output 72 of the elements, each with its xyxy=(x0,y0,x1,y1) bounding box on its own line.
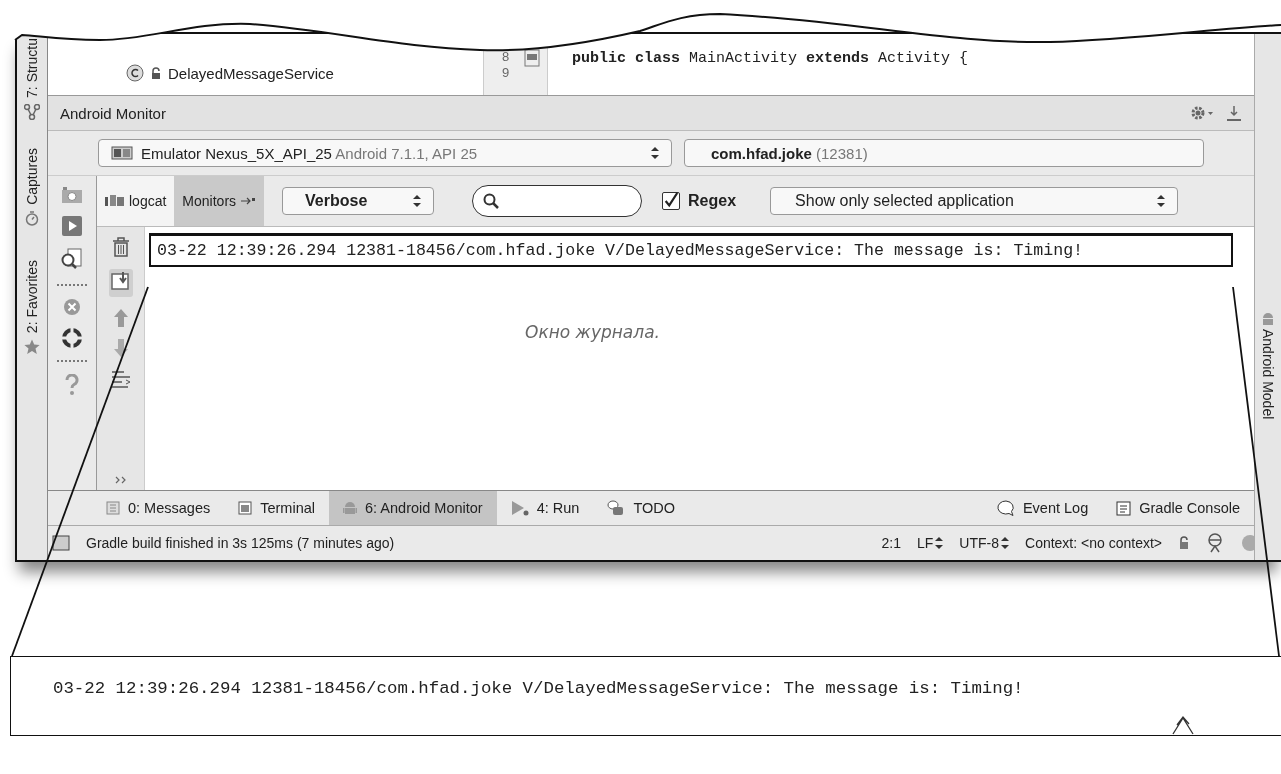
tool-window-tab[interactable]: 4: Run xyxy=(496,491,594,525)
tool-window-tab[interactable]: 0: Messages xyxy=(92,491,225,525)
lifebuoy-icon[interactable] xyxy=(62,328,82,348)
inspector-icon[interactable] xyxy=(1206,533,1224,553)
scroll-to-end-icon xyxy=(110,271,131,291)
speech-bubble-icon xyxy=(996,500,1015,516)
run-icon xyxy=(510,500,529,516)
up-down-arrows-icon xyxy=(651,146,659,159)
logcat-tab[interactable]: logcat xyxy=(97,176,175,226)
log-level-dropdown[interactable]: Verbose xyxy=(282,187,435,215)
tool-window-tab[interactable]: 6: Android Monitor xyxy=(329,491,497,525)
tool-window-tab[interactable]: Gradle Console xyxy=(1102,491,1254,525)
search-field[interactable] xyxy=(472,185,643,217)
terminal-icon xyxy=(238,501,253,515)
lock-icon[interactable] xyxy=(1178,536,1190,550)
filter-dropdown[interactable]: Show only selected application xyxy=(770,187,1179,215)
structure-tool-button[interactable]: 7: Structu xyxy=(24,38,40,98)
up-down-arrows-icon xyxy=(413,195,422,207)
android-icon xyxy=(1261,312,1275,327)
logcat-tab[interactable]: Monitors xyxy=(174,176,265,226)
scroll-to-end-button[interactable] xyxy=(108,269,133,297)
android-icon xyxy=(343,500,357,516)
code-line: public class MainActivity extends Activity { xyxy=(571,49,969,69)
context-label: Context: <no context> xyxy=(1025,535,1162,551)
device-dropdown[interactable]: Emulator Nexus_5X_API_25 Android 7.1.1, API 25 xyxy=(98,139,672,167)
favorites-tool-button[interactable]: 2: Favorites xyxy=(24,259,40,333)
panel-title: Android Monitor xyxy=(60,104,167,122)
lock-icon xyxy=(150,66,162,80)
search-icon xyxy=(483,193,500,209)
tool-window-tab[interactable]: Event Log xyxy=(982,491,1103,525)
android-model-tool-button[interactable]: Android Model xyxy=(1260,329,1276,420)
panel-toggle-icon[interactable] xyxy=(52,535,70,551)
regex-checkbox[interactable] xyxy=(662,192,681,210)
line-separator-selector[interactable]: LF xyxy=(917,535,944,551)
up-down-arrows-icon xyxy=(1001,537,1009,549)
logcat-icon xyxy=(105,195,125,207)
trash-icon[interactable] xyxy=(111,237,130,257)
line-number: 8 xyxy=(502,49,510,65)
settings-icon[interactable] xyxy=(1190,105,1214,121)
process-dropdown[interactable]: com.hfad.joke (12381) xyxy=(684,139,1204,167)
annotation-text: Окно журнала. xyxy=(525,322,660,342)
todo-icon xyxy=(607,500,626,516)
close-circle-icon[interactable] xyxy=(63,298,81,316)
encoding-selector[interactable]: UTF-8 xyxy=(959,535,1009,551)
status-message: Gradle build finished in 3s 125ms (7 minutes ago) xyxy=(86,535,396,551)
messages-icon xyxy=(106,501,120,515)
log-line: 03-22 12:39:26.294 12381-18456/com.hfad.joke V/DelayedMessageService: The message is: Timing! xyxy=(157,241,1085,260)
console-icon xyxy=(1116,500,1132,516)
tool-window-tab[interactable]: Terminal xyxy=(224,491,329,525)
check-icon xyxy=(663,192,680,210)
file-icon xyxy=(523,49,542,67)
tool-window-tab[interactable]: TODO xyxy=(593,491,690,525)
pin-arrow-icon xyxy=(240,196,257,206)
stopwatch-icon xyxy=(25,210,39,226)
captures-tool-button[interactable]: Captures xyxy=(24,147,40,205)
up-down-arrows-icon xyxy=(1157,195,1166,207)
cursor-position[interactable]: 2:1 xyxy=(881,535,901,551)
line-number: 9 xyxy=(502,65,510,81)
tree-item[interactable]: DelayedMessageService xyxy=(168,64,334,82)
checkbox-label: Regex xyxy=(688,192,737,210)
class-icon xyxy=(126,64,144,82)
play-icon[interactable] xyxy=(62,216,82,236)
download-icon[interactable] xyxy=(1226,104,1242,122)
down-arrow-icon[interactable] xyxy=(113,339,128,357)
camera-icon[interactable] xyxy=(61,186,83,204)
more-icon[interactable] xyxy=(114,476,127,484)
star-icon xyxy=(24,338,40,355)
structure-icon xyxy=(24,103,40,120)
soft-wrap-icon[interactable] xyxy=(109,369,132,391)
log-line: 03-22 12:39:26.294 12381-18456/com.hfad.joke V/DelayedMessageService: The message is: Timing! xyxy=(53,679,1024,698)
device-icon xyxy=(111,146,133,160)
up-down-arrows-icon xyxy=(935,537,944,549)
